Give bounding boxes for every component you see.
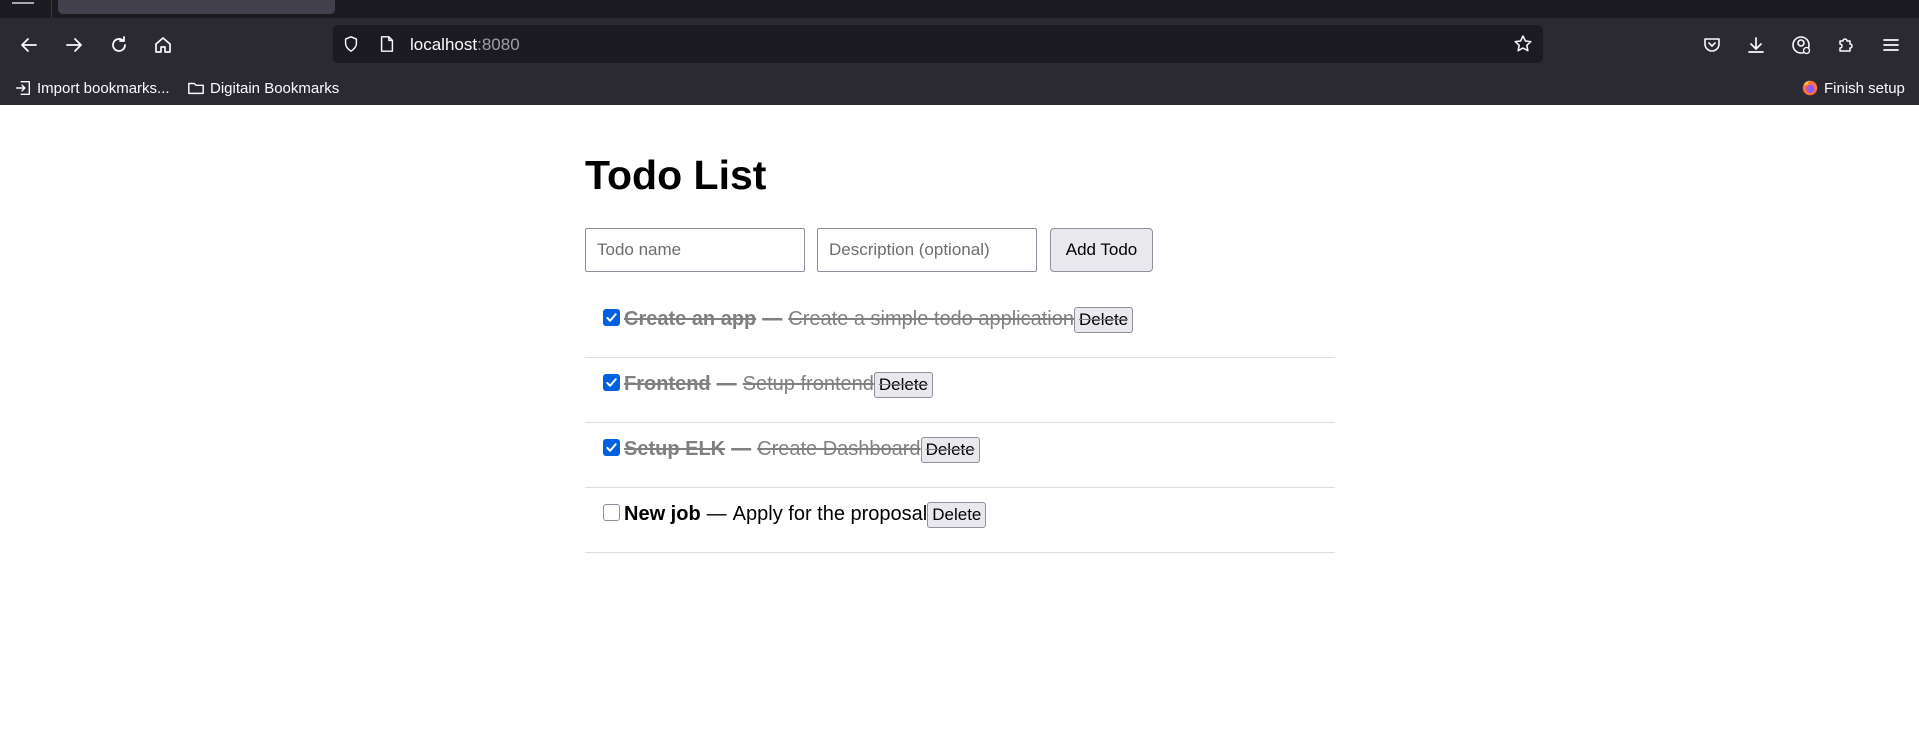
forward-arrow-icon <box>66 38 82 52</box>
todo-description: Setup frontend <box>742 372 874 395</box>
bookmarks-toolbar: Import bookmarks... Digitain Bookmarks F… <box>0 70 1919 105</box>
todo-text: Create an app — Create a simple todo appli… <box>624 306 1134 333</box>
tab-list-icon[interactable] <box>12 0 34 4</box>
todo-checkbox[interactable] <box>603 374 620 391</box>
download-icon <box>1748 37 1764 53</box>
delete-todo-button[interactable]: Delete <box>873 372 934 398</box>
todo-separator: — <box>762 307 783 330</box>
back-arrow-icon <box>21 38 37 52</box>
navigation-toolbar: localhost:8080 <box>0 18 1919 70</box>
puzzle-icon <box>1839 38 1853 52</box>
page-info-icon[interactable] <box>377 34 397 54</box>
account-button[interactable] <box>1786 30 1816 60</box>
todo-name-input[interactable] <box>585 228 805 272</box>
bookmark-folder-digitain[interactable]: Digitain Bookmarks <box>187 77 339 99</box>
app-menu-button[interactable] <box>1876 30 1906 60</box>
reload-icon <box>112 36 126 52</box>
url-host: localhost <box>410 35 478 54</box>
todo-item: Create an app — Create a simple todo appli… <box>585 293 1335 358</box>
tracking-protection-shield-icon[interactable] <box>341 34 361 54</box>
bookmark-star-icon[interactable] <box>1513 34 1533 54</box>
checkmark-icon <box>605 311 618 324</box>
pocket-icon <box>1704 38 1720 52</box>
todo-name: Setup ELK <box>624 437 726 460</box>
forward-button[interactable] <box>59 30 89 60</box>
folder-icon <box>188 82 204 95</box>
todo-description-input[interactable] <box>817 228 1037 272</box>
todo-name: Frontend <box>624 372 711 395</box>
pocket-button[interactable] <box>1697 30 1727 60</box>
home-button[interactable] <box>148 30 178 60</box>
checkmark-icon <box>605 441 618 454</box>
todo-item: Frontend — Setup frontend Delete <box>585 358 1335 423</box>
todo-name: New job <box>624 502 701 525</box>
todo-text: New job — Apply for the proposal Delete <box>624 501 987 528</box>
page-title: Todo List <box>585 152 767 198</box>
todo-separator: — <box>716 372 737 395</box>
todo-description: Apply for the proposal <box>732 502 928 525</box>
firefox-logo-icon <box>1802 80 1818 96</box>
delete-todo-button[interactable]: Delete <box>927 502 987 528</box>
extensions-button[interactable] <box>1831 30 1861 60</box>
finish-setup-item[interactable]: Finish setup <box>1801 77 1905 99</box>
todo-text: Frontend — Setup frontend Delete <box>624 371 934 398</box>
todo-name: Create an app <box>624 307 757 330</box>
hamburger-menu-icon <box>1883 39 1899 51</box>
tab-separator <box>51 0 52 18</box>
checkmark-icon <box>605 376 618 389</box>
reload-button[interactable] <box>104 30 134 60</box>
todo-list: Create an app — Create a simple todo appli… <box>585 293 1335 553</box>
downloads-button[interactable] <box>1741 30 1771 60</box>
address-bar[interactable]: localhost:8080 <box>333 25 1543 63</box>
url-text[interactable]: localhost:8080 <box>410 35 520 55</box>
todo-separator: — <box>706 502 727 525</box>
home-icon <box>155 37 171 53</box>
todo-item: Setup ELK — Create Dashboard Delete <box>585 423 1335 488</box>
import-bookmarks-label: Import bookmarks... <box>37 79 170 97</box>
bookmark-folder-label: Digitain Bookmarks <box>210 79 340 97</box>
todo-checkbox[interactable] <box>603 504 620 521</box>
finish-setup-label: Finish setup <box>1824 79 1905 97</box>
delete-todo-button[interactable]: Delete <box>920 437 980 463</box>
delete-todo-button[interactable]: Delete <box>1074 307 1134 333</box>
todo-checkbox[interactable] <box>603 309 620 326</box>
import-icon <box>15 80 31 96</box>
add-todo-button[interactable]: Add Todo <box>1050 228 1153 272</box>
import-bookmarks-item[interactable]: Import bookmarks... <box>14 77 170 99</box>
todo-checkbox[interactable] <box>603 439 620 456</box>
active-tab[interactable] <box>58 0 335 14</box>
back-button[interactable] <box>14 30 44 60</box>
todo-text: Setup ELK — Create Dashboard Delete <box>624 436 980 463</box>
todo-description: Create a simple todo application <box>788 307 1074 330</box>
url-port: :8080 <box>477 35 520 54</box>
todo-description: Create Dashboard <box>757 437 921 460</box>
tab-strip <box>0 0 1919 18</box>
todo-separator: — <box>731 437 752 460</box>
account-icon <box>1792 36 1811 55</box>
todo-item: New job — Apply for the proposal Delete <box>585 488 1335 553</box>
